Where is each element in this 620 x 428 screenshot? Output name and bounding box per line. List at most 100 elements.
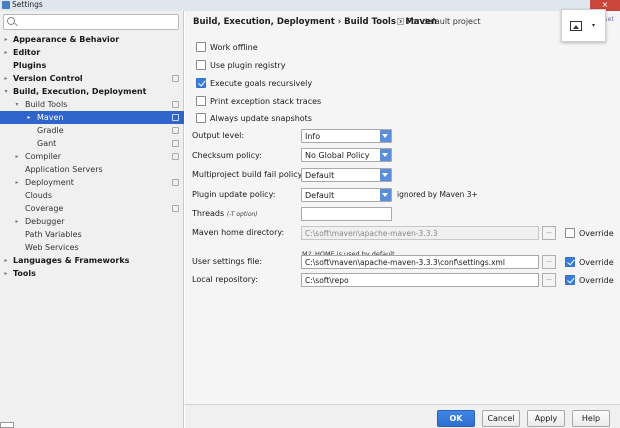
multiproject-fail-policy-value: Default bbox=[305, 171, 335, 180]
project-scope-icon bbox=[172, 205, 179, 212]
work-offline-label: Work offline bbox=[210, 43, 258, 52]
maven-settings-panel: Build, Execution, Deployment › Build Too… bbox=[185, 11, 620, 428]
sidebar-item-debugger[interactable]: ▸ Debugger bbox=[0, 215, 184, 228]
plugin-update-policy-note: ignored by Maven 3+ bbox=[397, 190, 478, 199]
sidebar-item-build-execution-deployment[interactable]: ▾ Build, Execution, Deployment bbox=[0, 85, 184, 98]
sidebar-item-label: Application Servers bbox=[25, 165, 103, 174]
sidebar-item-coverage[interactable]: Coverage bbox=[0, 202, 184, 215]
collapse-arrow-icon[interactable]: ▾ bbox=[13, 98, 21, 111]
local-repository-value: C:\soft\repo bbox=[305, 276, 349, 285]
sidebar-item-deployment[interactable]: ▸ Deployment bbox=[0, 176, 184, 189]
expand-arrow-icon[interactable]: ▸ bbox=[2, 72, 10, 85]
sidebar-resize-handle[interactable] bbox=[0, 422, 14, 428]
project-scope-icon bbox=[172, 140, 179, 147]
sidebar-item-languages-frameworks[interactable]: ▸ Languages & Frameworks bbox=[0, 254, 184, 267]
maven-home-input[interactable]: C:\soft\maven\apache-maven-3.3.3 bbox=[301, 226, 539, 240]
user-settings-override-checkbox[interactable] bbox=[565, 257, 575, 267]
sidebar-item-gradle[interactable]: Gradle bbox=[0, 124, 184, 137]
sidebar-item-label: Editor bbox=[13, 48, 41, 57]
ok-button[interactable]: OK bbox=[437, 410, 475, 427]
sidebar-item-web-services[interactable]: Web Services bbox=[0, 241, 184, 254]
maven-home-browse-button[interactable]: ... bbox=[542, 226, 556, 240]
sidebar-item-label: Web Services bbox=[25, 243, 79, 252]
sidebar-item-label: Languages & Frameworks bbox=[13, 256, 130, 265]
expand-arrow-icon[interactable]: ▸ bbox=[2, 267, 10, 280]
expand-arrow-icon[interactable]: ▸ bbox=[13, 215, 21, 228]
sidebar-item-path-variables[interactable]: Path Variables bbox=[0, 228, 184, 241]
project-scope-icon bbox=[172, 153, 179, 160]
project-scope-icon bbox=[172, 114, 179, 121]
sidebar-item-editor[interactable]: ▸ Editor bbox=[0, 46, 184, 59]
checksum-policy-select[interactable]: No Global Policy bbox=[301, 148, 392, 162]
sidebar-item-label: Build Tools bbox=[25, 100, 68, 109]
sidebar-item-maven[interactable]: ▸ Maven bbox=[0, 111, 184, 124]
multiproject-fail-policy-label: Multiproject build fail policy: bbox=[192, 170, 305, 179]
chevron-down-icon[interactable] bbox=[380, 189, 391, 201]
sidebar-item-label: Version Control bbox=[13, 74, 83, 83]
plugin-update-policy-value: Default bbox=[305, 191, 335, 200]
local-repository-override-checkbox[interactable] bbox=[565, 275, 575, 285]
maven-home-override-checkbox[interactable] bbox=[565, 228, 575, 238]
collapse-arrow-icon[interactable]: ▾ bbox=[2, 85, 10, 98]
local-repository-input[interactable]: C:\soft\repo bbox=[301, 273, 539, 287]
search-icon bbox=[7, 17, 15, 25]
sidebar-item-label: Compiler bbox=[25, 152, 62, 161]
always-update-snapshots-checkbox[interactable] bbox=[196, 113, 206, 123]
use-plugin-registry-checkbox[interactable] bbox=[196, 60, 206, 70]
expand-arrow-icon[interactable]: ▸ bbox=[2, 46, 10, 59]
sidebar-item-label: Clouds bbox=[25, 191, 53, 200]
plugin-update-policy-select[interactable]: Default bbox=[301, 188, 392, 202]
output-level-select[interactable]: Info bbox=[301, 129, 392, 143]
sidebar-item-label: Gant bbox=[37, 139, 57, 148]
project-scope-icon bbox=[172, 75, 179, 82]
sidebar-item-build-tools[interactable]: ▾ Build Tools bbox=[0, 98, 184, 111]
user-settings-value: C:\soft\maven\apache-maven-3.3.3\conf\se… bbox=[305, 258, 505, 267]
threads-option-note: (-T option) bbox=[226, 211, 258, 218]
chevron-down-icon[interactable] bbox=[380, 130, 391, 142]
chevron-down-icon[interactable] bbox=[380, 169, 391, 181]
project-scope-label: For default project bbox=[397, 17, 481, 26]
project-scope-text: For default project bbox=[407, 17, 481, 26]
maven-home-label: Maven home directory: bbox=[192, 228, 285, 237]
help-button[interactable]: Help bbox=[572, 410, 610, 427]
chevron-down-icon[interactable]: ▾ bbox=[592, 22, 595, 29]
expand-arrow-icon[interactable]: ▸ bbox=[13, 150, 21, 163]
execute-goals-recursively-label: Execute goals recursively bbox=[210, 79, 313, 88]
chevron-down-icon[interactable] bbox=[380, 149, 391, 161]
threads-input[interactable] bbox=[301, 207, 392, 221]
user-settings-input[interactable]: C:\soft\maven\apache-maven-3.3.3\conf\se… bbox=[301, 255, 539, 269]
apply-button[interactable]: Apply bbox=[527, 410, 565, 427]
execute-goals-recursively-checkbox[interactable] bbox=[196, 78, 206, 88]
local-repository-label: Local repository: bbox=[192, 275, 258, 284]
image-icon[interactable] bbox=[570, 21, 582, 31]
settings-search-input[interactable] bbox=[3, 14, 179, 30]
expand-arrow-icon[interactable]: ▸ bbox=[2, 254, 10, 267]
sidebar-item-label: Path Variables bbox=[25, 230, 82, 239]
sidebar-item-version-control[interactable]: ▸ Version Control bbox=[0, 72, 184, 85]
work-offline-checkbox[interactable] bbox=[196, 42, 206, 52]
sidebar-item-label: Gradle bbox=[37, 126, 64, 135]
multiproject-fail-policy-select[interactable]: Default bbox=[301, 168, 392, 182]
sidebar-item-tools[interactable]: ▸ Tools bbox=[0, 267, 184, 280]
sidebar-item-plugins[interactable]: Plugins bbox=[0, 59, 184, 72]
image-popup[interactable]: ▾ bbox=[561, 9, 606, 42]
expand-arrow-icon[interactable]: ▸ bbox=[25, 111, 33, 124]
sidebar-item-appearance-behavior[interactable]: ▸ Appearance & Behavior bbox=[0, 33, 184, 46]
user-settings-label: User settings file: bbox=[192, 257, 263, 266]
expand-arrow-icon[interactable]: ▸ bbox=[13, 176, 21, 189]
app-icon bbox=[2, 1, 10, 9]
sidebar-item-label: Debugger bbox=[25, 217, 65, 226]
user-settings-browse-button[interactable]: ... bbox=[542, 255, 556, 269]
project-scope-icon bbox=[172, 179, 179, 186]
local-repository-browse-button[interactable]: ... bbox=[542, 273, 556, 287]
cancel-button[interactable]: Cancel bbox=[482, 410, 520, 427]
override-label: Override bbox=[579, 229, 614, 238]
expand-arrow-icon[interactable]: ▸ bbox=[2, 33, 10, 46]
window-title: Settings bbox=[12, 0, 43, 9]
sidebar-item-gant[interactable]: Gant bbox=[0, 137, 184, 150]
print-exception-stack-traces-checkbox[interactable] bbox=[196, 96, 206, 106]
sidebar-item-label: Appearance & Behavior bbox=[13, 35, 120, 44]
sidebar-item-compiler[interactable]: ▸ Compiler bbox=[0, 150, 184, 163]
sidebar-item-clouds[interactable]: Clouds bbox=[0, 189, 184, 202]
sidebar-item-application-servers[interactable]: Application Servers bbox=[0, 163, 184, 176]
